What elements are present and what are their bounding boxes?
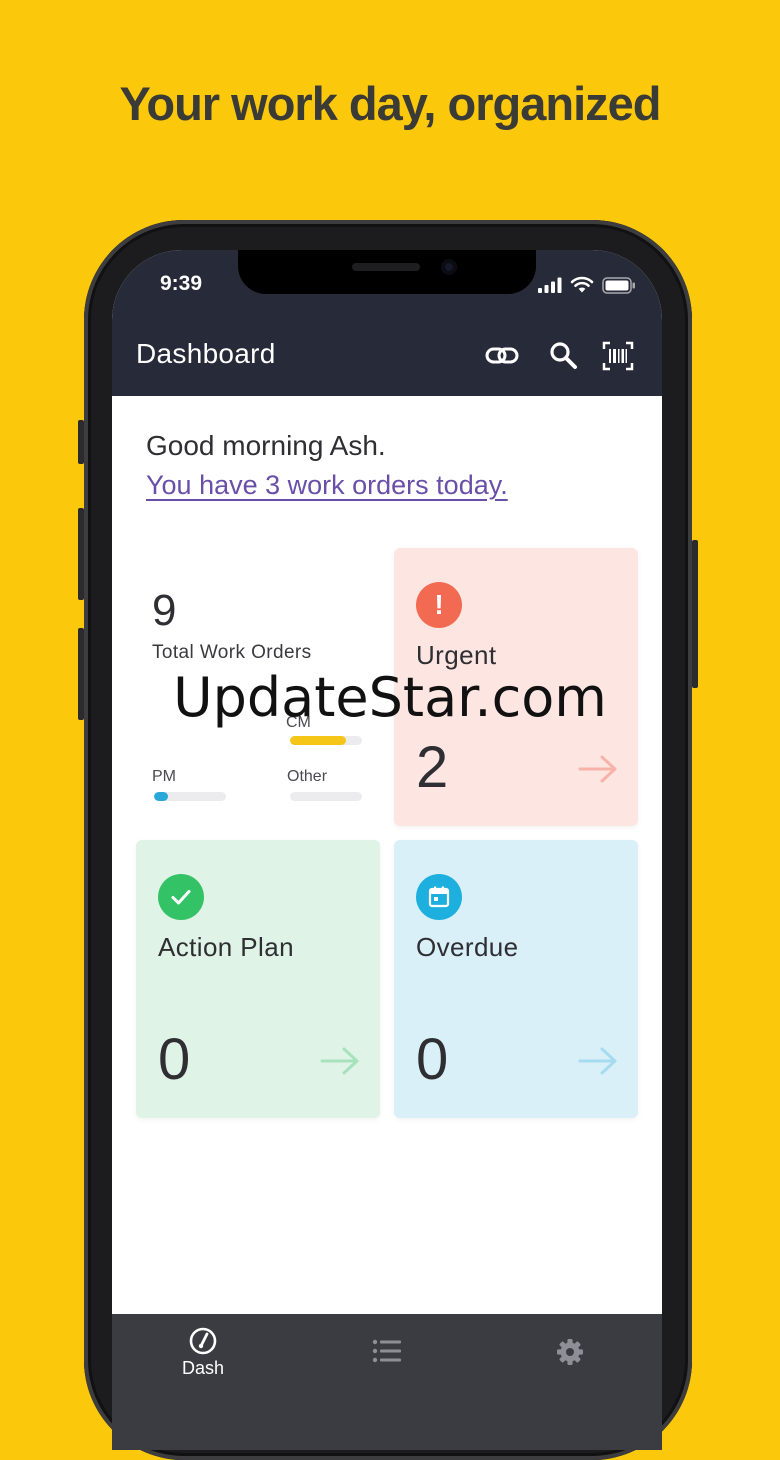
- work-orders-link[interactable]: You have 3 work orders today.: [146, 470, 508, 501]
- overdue-count: 0: [416, 1027, 449, 1092]
- nav-settings[interactable]: [556, 1338, 584, 1366]
- bottom-navigation: Dash: [112, 1314, 662, 1450]
- pm-label: PM: [152, 768, 176, 785]
- pm-progress-track: [154, 792, 226, 801]
- camera: [441, 259, 457, 275]
- cm-progress-fill: [290, 736, 347, 745]
- overdue-card[interactable]: Overdue 0: [394, 840, 638, 1118]
- signal-icon: [538, 277, 562, 293]
- battery-icon: [602, 276, 635, 294]
- urgent-arrow-icon: [578, 755, 617, 783]
- total-work-orders-count: 9: [152, 586, 177, 635]
- alert-icon: !: [416, 582, 462, 628]
- watermark: UpdateStar.com: [173, 666, 607, 729]
- action-plan-count: 0: [158, 1027, 191, 1092]
- other-progress-track: [290, 792, 362, 801]
- headline: Your work day, organized: [119, 77, 662, 130]
- overdue-title: Overdue: [416, 932, 519, 962]
- check-icon: [171, 890, 191, 905]
- pm-progress-fill: [154, 792, 169, 801]
- total-work-orders-label: Total Work Orders: [152, 642, 312, 663]
- calendar-icon: [416, 874, 462, 920]
- urgent-count: 2: [416, 735, 449, 800]
- speaker: [352, 263, 420, 271]
- page-title: Dashboard: [136, 338, 276, 369]
- action-plan-title: Action Plan: [158, 932, 294, 962]
- other-label: Other: [287, 768, 328, 785]
- nav-dash[interactable]: Dash: [178, 1326, 228, 1379]
- calendar-glyph: [428, 886, 450, 908]
- link-icon[interactable]: [484, 338, 520, 374]
- nav-dash-label: Dash: [181, 1358, 225, 1378]
- phone-screen: 9:39 Dashboard Good morning Ash. You hav…: [112, 250, 662, 1450]
- action-plan-card[interactable]: Action Plan 0: [136, 840, 380, 1118]
- gauge-icon: [189, 1327, 217, 1355]
- status-time: 9:39: [160, 272, 203, 295]
- wifi-icon: [570, 276, 594, 293]
- greeting-text: Good morning Ash.: [146, 430, 386, 461]
- cm-progress-track: [290, 736, 362, 745]
- status-icons: [538, 276, 636, 294]
- alert-icon-glyph: !: [434, 589, 444, 620]
- nav-list[interactable]: [372, 1338, 402, 1364]
- list-icon: [372, 1339, 401, 1363]
- app-top-bar: 9:39 Dashboard: [112, 250, 662, 396]
- overdue-arrow-icon: [578, 1047, 617, 1075]
- gear-icon: [557, 1339, 583, 1365]
- check-circle-icon: [158, 874, 204, 920]
- action-plan-arrow-icon: [320, 1047, 359, 1075]
- barcode-scan-icon[interactable]: [600, 338, 636, 374]
- notch: [238, 250, 536, 294]
- dashboard-content: Good morning Ash. You have 3 work orders…: [112, 396, 662, 1314]
- search-icon[interactable]: [546, 338, 582, 374]
